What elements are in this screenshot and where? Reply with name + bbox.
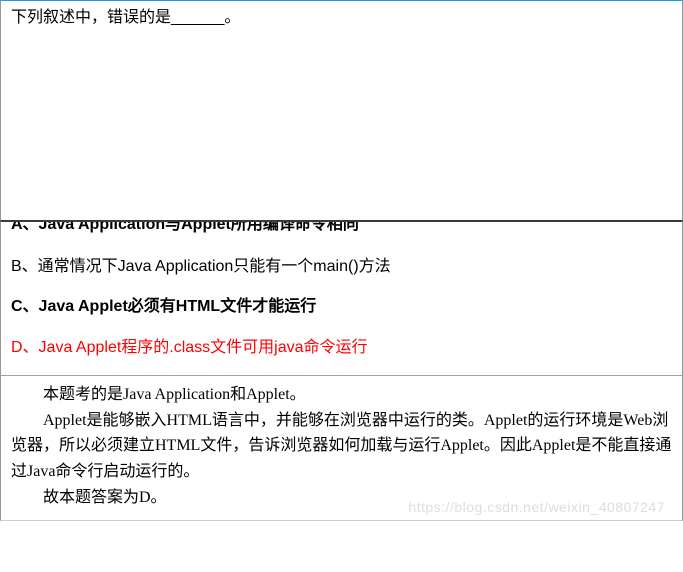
explanation-line-3: 故本题答案为D。	[11, 485, 672, 511]
explanation-line-2: Applet是能够嵌入HTML语言中，并能够在浏览器中运行的类。Applet的运…	[11, 408, 672, 485]
option-d: D、Java Applet程序的.class文件可用java命令运行	[11, 331, 672, 365]
option-c: C、Java Applet必须有HTML文件才能运行	[11, 290, 672, 324]
option-a-text: A、Java Application与Applet所用编译命令相同	[11, 222, 672, 236]
option-a: A、Java Application与Applet所用编译命令相同	[11, 216, 672, 244]
option-b: B、通常情况下Java Application只能有一个main()方法	[11, 250, 672, 284]
explanation-panel: 本题考的是Java Application和Applet。 Applet是能够嵌…	[0, 375, 683, 521]
question-panel: 下列叙述中，错误的是______。	[0, 0, 683, 220]
question-stem: 下列叙述中，错误的是______。	[11, 7, 672, 29]
explanation-line-1: 本题考的是Java Application和Applet。	[11, 382, 672, 408]
options-panel: A、Java Application与Applet所用编译命令相同 B、通常情况…	[0, 220, 683, 375]
